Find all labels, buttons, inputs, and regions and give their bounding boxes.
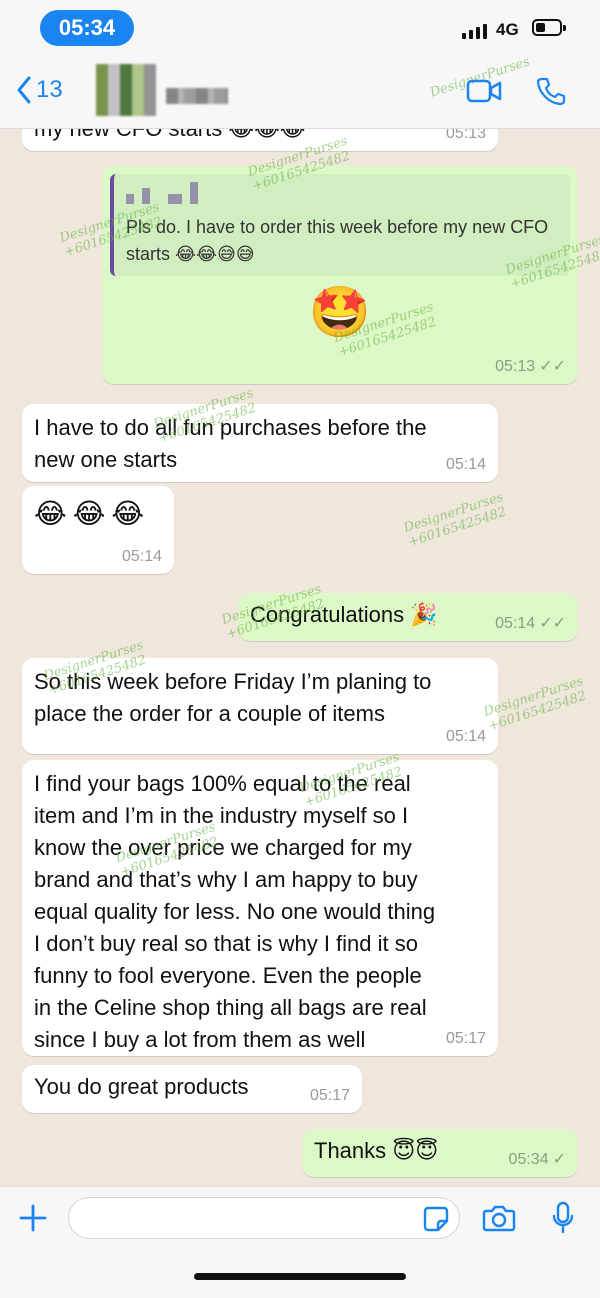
camera-icon bbox=[482, 1205, 516, 1232]
composer-bar bbox=[0, 1186, 600, 1298]
read-ticks-icon: ✓✓ bbox=[539, 615, 566, 632]
signal-icon bbox=[462, 24, 487, 39]
voice-call-button[interactable] bbox=[536, 76, 566, 111]
message-input[interactable] bbox=[83, 1198, 417, 1238]
emoji-star-struck: 🤩 bbox=[308, 283, 372, 341]
watermark: DesignerPurses +60165425482 bbox=[401, 489, 509, 551]
contact-name[interactable] bbox=[166, 88, 228, 104]
camera-button[interactable] bbox=[482, 1203, 516, 1238]
home-indicator bbox=[194, 1273, 406, 1280]
chat-header: 13 DesignerPurses bbox=[0, 54, 600, 129]
phone-icon bbox=[536, 77, 566, 106]
message-input-field[interactable] bbox=[68, 1197, 460, 1239]
attach-button[interactable] bbox=[18, 1203, 48, 1238]
sent-tick-icon: ✓ bbox=[552, 1151, 566, 1168]
plus-icon bbox=[19, 1204, 47, 1232]
voice-note-button[interactable] bbox=[552, 1201, 574, 1240]
contact-avatar[interactable] bbox=[96, 64, 156, 116]
message-outgoing[interactable]: Thanks 😇😇 05:34 ✓ bbox=[302, 1129, 578, 1177]
message-incoming-emoji[interactable]: 😂😂😂 05:14 bbox=[22, 486, 174, 574]
message-incoming[interactable]: So this week before Friday I’m planing t… bbox=[22, 658, 498, 754]
message-list[interactable]: my new CFO starts 😂😂😂 05:13 Pls do. I ha… bbox=[0, 129, 600, 1186]
message-incoming[interactable]: I have to do all fun purchases before th… bbox=[22, 404, 498, 482]
watermark: DesignerPurses +60165425482 bbox=[481, 673, 589, 735]
status-bar: 05:34 4G bbox=[0, 0, 600, 56]
message-incoming[interactable]: I find your bags 100% equal to the real … bbox=[22, 760, 498, 1056]
message-outgoing[interactable]: Congratulations 🎉 05:14 ✓✓ bbox=[238, 593, 578, 641]
back-button[interactable]: 13 bbox=[16, 76, 63, 104]
video-call-button[interactable] bbox=[466, 78, 502, 109]
message-incoming[interactable]: my new CFO starts 😂😂😂 05:13 bbox=[22, 129, 498, 151]
message-incoming[interactable]: You do great products 05:17 bbox=[22, 1065, 362, 1113]
message-outgoing-reply[interactable]: Pls do. I have to order this week before… bbox=[102, 166, 578, 384]
video-camera-icon bbox=[466, 79, 502, 103]
chevron-left-icon bbox=[17, 76, 31, 104]
quoted-message[interactable]: Pls do. I have to order this week before… bbox=[110, 174, 570, 276]
battery-icon bbox=[532, 19, 566, 36]
microphone-icon bbox=[552, 1201, 574, 1234]
status-time: 05:34 bbox=[40, 10, 134, 46]
unread-count: 13 bbox=[36, 76, 63, 103]
network-label: 4G bbox=[496, 20, 519, 39]
quoted-sender bbox=[126, 182, 558, 204]
sticker-icon bbox=[423, 1206, 449, 1232]
sticker-button[interactable] bbox=[423, 1206, 449, 1237]
read-ticks-icon: ✓✓ bbox=[539, 358, 566, 375]
